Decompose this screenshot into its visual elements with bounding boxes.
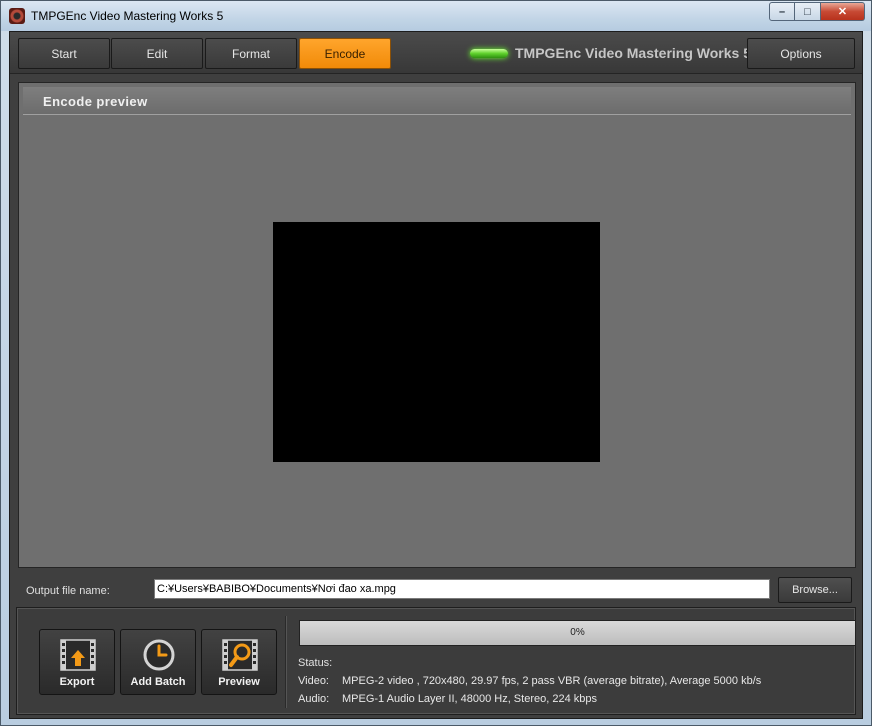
magnifier-film-icon (222, 639, 258, 671)
minimize-button[interactable]: – (769, 2, 795, 21)
video-key: Video: (298, 675, 329, 687)
brand-logo: TMPGEnc Video Mastering Works 5 (470, 42, 751, 64)
brand-text: TMPGEnc Video Mastering Works 5 (515, 45, 751, 61)
maximize-button[interactable]: □ (795, 2, 821, 21)
options-button[interactable]: Options (747, 38, 855, 69)
tab-encode[interactable]: Encode (299, 38, 391, 69)
panel-title: Encode preview (43, 94, 148, 109)
tab-edit[interactable]: Edit (111, 38, 203, 69)
status-label: Status: (298, 657, 333, 669)
app-window: TMPGEnc Video Mastering Works 5 – □ ✕ St… (0, 0, 872, 726)
progress-percent: 0% (570, 627, 585, 638)
status-led-icon (470, 48, 508, 58)
export-button-label: Export (59, 676, 95, 688)
preview-button[interactable]: Preview (201, 629, 277, 695)
window-controls: – □ ✕ (769, 2, 865, 21)
add-batch-button[interactable]: Add Batch (120, 629, 196, 695)
output-file-input[interactable] (154, 579, 770, 599)
main-area: Start Edit Format Encode TMPGEnc Video M… (9, 31, 863, 719)
panel-header: Encode preview (23, 87, 851, 115)
window-title: TMPGEnc Video Mastering Works 5 (31, 9, 224, 23)
tab-format[interactable]: Format (205, 38, 297, 69)
audio-value: MPEG-1 Audio Layer II, 48000 Hz, Stereo,… (342, 693, 597, 705)
audio-info-row: Audio: MPEG-1 Audio Layer II, 48000 Hz, S… (298, 693, 597, 705)
export-film-icon (60, 639, 96, 671)
panel-divider (285, 616, 287, 708)
browse-button[interactable]: Browse... (778, 577, 852, 603)
title-bar[interactable]: TMPGEnc Video Mastering Works 5 – □ ✕ (1, 1, 871, 31)
output-file-label: Output file name: (26, 585, 110, 597)
close-icon: ✕ (837, 6, 848, 18)
encode-control-panel: Export Add Batch Preview 0% Status: Vide… (16, 607, 856, 715)
close-button[interactable]: ✕ (821, 2, 865, 21)
minimize-icon: – (778, 5, 786, 18)
encode-progress-bar: 0% (299, 620, 856, 646)
clock-icon (143, 639, 175, 671)
video-value: MPEG-2 video , 720x480, 29.97 fps, 2 pas… (342, 675, 762, 687)
audio-key: Audio: (298, 693, 330, 705)
app-logo-icon (9, 8, 25, 24)
encode-preview-panel: Encode preview (18, 82, 856, 568)
preview-button-label: Preview (218, 676, 260, 688)
tab-start[interactable]: Start (18, 38, 110, 69)
video-preview-screen (273, 222, 600, 462)
video-info-row: Video: MPEG-2 video , 720x480, 29.97 fps,… (298, 675, 761, 687)
export-button[interactable]: Export (39, 629, 115, 695)
output-row: Output file name: Browse... (10, 572, 862, 604)
top-nav-bar: Start Edit Format Encode TMPGEnc Video M… (10, 32, 862, 74)
maximize-icon: □ (804, 5, 811, 18)
add-batch-button-label: Add Batch (130, 676, 186, 688)
